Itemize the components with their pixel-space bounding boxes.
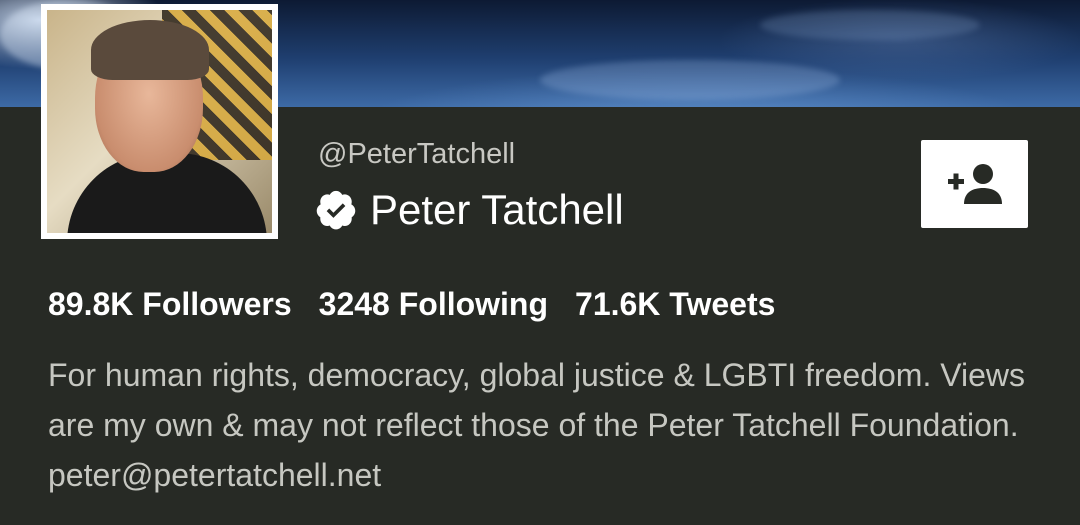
add-person-icon xyxy=(947,164,1002,204)
follow-button[interactable] xyxy=(921,140,1028,228)
profile-handle: @PeterTatchell xyxy=(318,138,516,170)
avatar[interactable] xyxy=(41,4,278,239)
banner-cloud xyxy=(760,10,980,40)
banner-cloud xyxy=(540,60,840,100)
verified-badge-icon xyxy=(316,190,356,230)
profile-name-row: Peter Tatchell xyxy=(314,186,624,234)
tweets-count[interactable]: 71.6K Tweets xyxy=(575,286,775,323)
profile-stats: 89.8K Followers 3248 Following 71.6K Twe… xyxy=(48,286,775,323)
avatar-hair xyxy=(91,20,209,80)
followers-count[interactable]: 89.8K Followers xyxy=(48,286,292,323)
profile-bio: For human rights, democracy, global just… xyxy=(48,357,1025,493)
following-count[interactable]: 3248 Following xyxy=(319,286,548,323)
profile-name: Peter Tatchell xyxy=(370,186,624,233)
avatar-photo xyxy=(47,10,272,233)
